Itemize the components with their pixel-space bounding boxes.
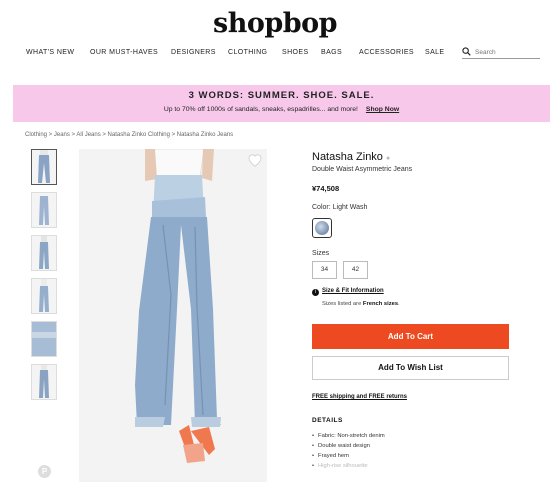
size-note-bold: French sizes	[362, 301, 399, 307]
search-input[interactable]	[475, 47, 537, 58]
thumbnail-5[interactable]	[31, 321, 57, 357]
details-list: Fabric: Non-stretch denim Double waist d…	[312, 433, 385, 473]
nav-designers[interactable]: DESIGNERS	[171, 49, 216, 56]
jeans-thumbnail-image	[38, 150, 50, 183]
nav-clothing[interactable]: CLOTHING	[228, 49, 267, 56]
nav-bags[interactable]: BAGS	[321, 49, 342, 56]
size-note: Sizes listed are French sizes.	[322, 301, 400, 307]
color-label: Color: Light Wash	[312, 204, 368, 211]
brand-name-text[interactable]: Natasha Zinko	[312, 151, 383, 163]
nav-sale[interactable]: SALE	[425, 49, 445, 56]
jeans-model-photo	[79, 149, 267, 482]
brand-name[interactable]: Natasha Zinko ●	[312, 151, 390, 163]
details-item: Double waist design	[312, 443, 385, 453]
nav-accessories[interactable]: ACCESSORIES	[359, 49, 414, 56]
nav-shoes[interactable]: SHOES	[282, 49, 309, 56]
details-item: Frayed hem	[312, 453, 385, 463]
thumbnail-4[interactable]	[31, 278, 57, 314]
details-item: High-rise silhouette	[312, 463, 385, 473]
thumbnail-3[interactable]	[31, 235, 57, 271]
jeans-thumbnail-image	[39, 365, 49, 398]
search-box[interactable]	[462, 46, 540, 59]
product-name: Double Waist Asymmetric Jeans	[312, 166, 413, 173]
size-fit-link[interactable]: i Size & Fit Information	[312, 288, 384, 296]
jeans-thumbnail-image	[39, 279, 49, 312]
thumbnail-1[interactable]	[31, 149, 57, 185]
size-option-42[interactable]: 42	[343, 261, 368, 279]
heart-icon[interactable]	[247, 152, 263, 167]
size-note-prefix: Sizes listed are	[322, 301, 363, 307]
size-note-suffix: .	[398, 301, 400, 307]
swatch-fill	[315, 221, 329, 235]
jeans-thumbnail-image	[39, 236, 49, 269]
details-title: DETAILS	[312, 417, 343, 424]
jeans-thumbnail-image	[32, 322, 56, 356]
nav-must-haves[interactable]: OUR MUST-HAVES	[90, 49, 158, 56]
size-option-34[interactable]: 34	[312, 261, 337, 279]
promo-banner[interactable]: 3 WORDS: SUMMER. SHOE. SALE. Up to 70% o…	[13, 85, 550, 122]
details-item: Fabric: Non-stretch denim	[312, 433, 385, 443]
search-icon[interactable]	[462, 47, 471, 56]
banner-headline: 3 WORDS: SUMMER. SHOE. SALE.	[188, 90, 375, 101]
banner-subtext-text: Up to 70% off 1000s of sandals, sneaks, …	[163, 106, 358, 113]
brand-dot-icon: ●	[385, 155, 391, 162]
info-icon: i	[312, 289, 319, 296]
add-to-wishlist-button[interactable]: Add To Wish List	[312, 356, 509, 380]
sizes-label: Sizes	[312, 250, 330, 257]
banner-shop-now-link[interactable]: Shop Now	[366, 106, 399, 113]
site-logo[interactable]: shopbop	[0, 8, 550, 39]
color-swatch-light-wash[interactable]	[312, 218, 332, 238]
thumbnail-6[interactable]	[31, 364, 57, 400]
shipping-link[interactable]: FREE shipping and FREE returns	[312, 394, 407, 400]
banner-subtext: Up to 70% off 1000s of sandals, sneaks, …	[13, 106, 550, 113]
add-to-cart-button[interactable]: Add To Cart	[312, 324, 509, 349]
nav-whats-new[interactable]: WHAT'S NEW	[26, 49, 74, 56]
size-fit-link-text[interactable]: Size & Fit Information	[322, 288, 384, 294]
jeans-thumbnail-image	[39, 196, 49, 225]
pinterest-icon[interactable]: P	[38, 465, 51, 478]
product-price: ¥74,508	[312, 184, 340, 193]
thumbnail-2[interactable]	[31, 192, 57, 228]
breadcrumb[interactable]: Clothing > Jeans > All Jeans > Natasha Z…	[25, 132, 233, 138]
main-product-image[interactable]	[79, 149, 267, 482]
